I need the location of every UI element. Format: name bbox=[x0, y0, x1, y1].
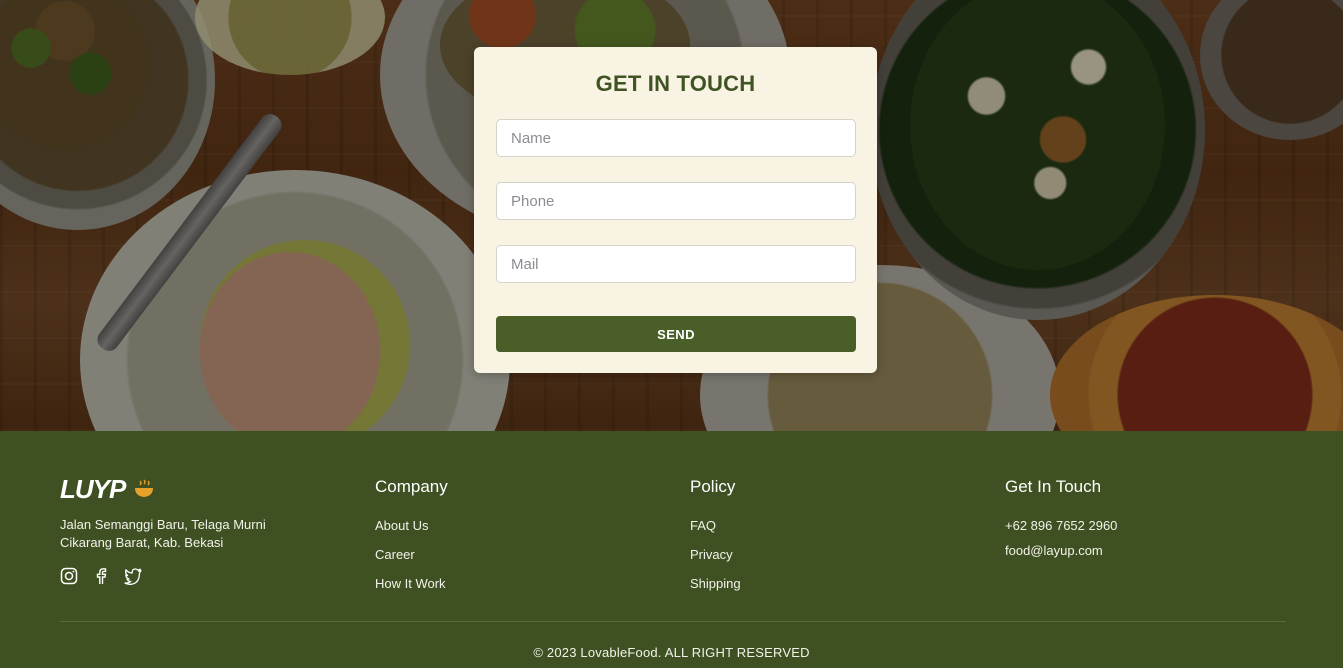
how-it-work-link[interactable]: How It Work bbox=[375, 575, 448, 592]
phone-input[interactable] bbox=[496, 182, 856, 220]
name-input[interactable] bbox=[496, 119, 856, 157]
instagram-icon[interactable] bbox=[60, 567, 78, 585]
shipping-link[interactable]: Shipping bbox=[690, 575, 741, 592]
send-button[interactable]: SEND bbox=[496, 316, 856, 352]
privacy-link[interactable]: Privacy bbox=[690, 546, 741, 563]
contact-form-card: GET IN TOUCH SEND bbox=[474, 47, 877, 373]
address-text: Jalan Semanggi Baru, Telaga Murni Cikara… bbox=[60, 517, 266, 550]
logo[interactable]: LUYP bbox=[60, 474, 155, 504]
social-links bbox=[60, 567, 142, 585]
company-heading: Company bbox=[375, 477, 448, 496]
company-column: Company About Us Career How It Work bbox=[375, 477, 448, 604]
facebook-icon[interactable] bbox=[92, 567, 110, 585]
policy-column: Policy FAQ Privacy Shipping bbox=[690, 477, 741, 604]
footer-divider bbox=[60, 621, 1286, 622]
about-us-link[interactable]: About Us bbox=[375, 517, 448, 534]
form-title: GET IN TOUCH bbox=[595, 71, 756, 96]
phone-number[interactable]: +62 896 7652 2960 bbox=[1005, 517, 1117, 534]
contact-heading: Get In Touch bbox=[1005, 477, 1102, 496]
policy-heading: Policy bbox=[690, 477, 736, 496]
hero-food-image: GET IN TOUCH SEND bbox=[0, 0, 1343, 431]
email-address[interactable]: food@layup.com bbox=[1005, 542, 1117, 559]
copyright-text: © 2023 LovableFood. ALL RIGHT RESERVED bbox=[533, 645, 810, 660]
footer: LUYP Jalan Semanggi Baru, Telaga Murni C… bbox=[0, 431, 1343, 668]
mail-input[interactable] bbox=[496, 245, 856, 283]
twitter-icon[interactable] bbox=[124, 567, 142, 585]
career-link[interactable]: Career bbox=[375, 546, 448, 563]
contact-column: Get In Touch +62 896 7652 2960 food@layu… bbox=[1005, 477, 1117, 567]
faq-link[interactable]: FAQ bbox=[690, 517, 741, 534]
bowl-icon bbox=[135, 479, 154, 497]
logo-text: LUYP bbox=[60, 474, 126, 504]
